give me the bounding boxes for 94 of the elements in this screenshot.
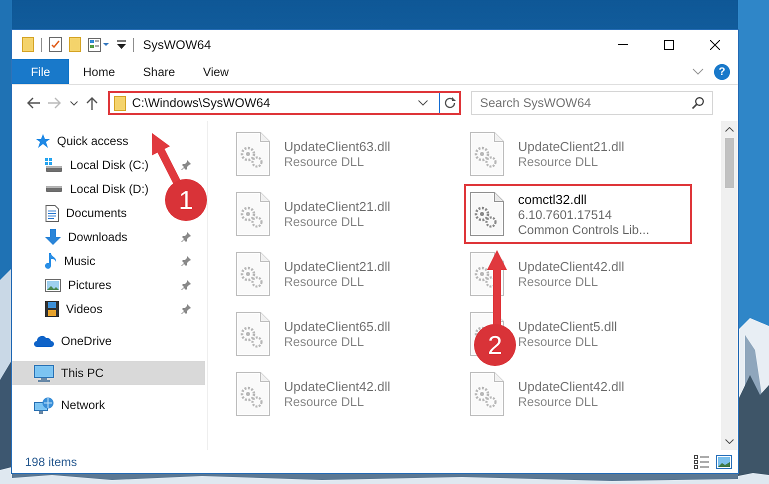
file-detail: 6.10.7601.17514: [518, 208, 613, 222]
file-detail: Resource DLL: [518, 155, 599, 169]
cloud-icon: [34, 335, 54, 347]
back-arrow-icon: [26, 97, 40, 109]
help-button[interactable]: ?: [714, 64, 730, 80]
navigation-item[interactable]: Downloads: [12, 225, 205, 249]
scroll-thumb[interactable]: [725, 138, 734, 188]
chevron-down-icon: [418, 100, 428, 106]
file-detail: Resource DLL: [284, 275, 365, 289]
item-count: 198 items: [25, 454, 78, 468]
file-name: UpdateClient42.dll: [518, 379, 624, 394]
gear-file-icon: [236, 252, 270, 296]
file-name: UpdateClient21.dll: [284, 259, 390, 274]
file-detail: Resource DLL: [284, 335, 365, 349]
file-detail: Resource DLL: [284, 215, 365, 229]
chevron-down-icon: [70, 100, 78, 106]
drive-icon: [45, 186, 63, 192]
file-detail: Resource DLL: [284, 395, 365, 409]
picture-icon: [716, 454, 732, 468]
address-field[interactable]: C:\Windows\SysWOW64: [108, 91, 461, 115]
gear-file-icon: [236, 372, 270, 416]
customize-icon: [117, 40, 126, 50]
navigation-item[interactable]: This PC: [12, 361, 205, 385]
drive-icon: [45, 158, 63, 172]
ribbon-tab[interactable]: Home: [69, 59, 130, 84]
pin-icon: [181, 280, 191, 290]
step-marker: 2: [474, 324, 516, 366]
navigation-item[interactable]: Music: [12, 249, 205, 273]
ribbon-tab[interactable]: Share: [129, 59, 190, 84]
ribbon-tab[interactable]: View: [189, 59, 243, 84]
expand-chevron-icon: [692, 68, 704, 75]
ribbon-tab[interactable]: File: [12, 59, 69, 84]
search-field[interactable]: Search SysWOW64: [471, 91, 713, 115]
gear-file-icon: [470, 192, 504, 236]
pin-icon: [181, 304, 191, 314]
navigation-item[interactable]: Videos: [12, 297, 205, 321]
gear-file-icon: [236, 192, 270, 236]
film-icon: [45, 301, 59, 317]
file-detail: Resource DLL: [284, 155, 365, 169]
file-detail: Resource DLL: [518, 395, 599, 409]
file-item[interactable]: comctl32.dll 6.10.7601.17514 Common Controls Lib...: [464, 184, 692, 244]
pin-icon: [181, 256, 191, 266]
monitor-icon: [34, 364, 54, 382]
file-detail: Resource DLL: [518, 275, 599, 289]
folder-icon: [69, 37, 81, 52]
folder-icon: [114, 96, 126, 110]
navigation-item[interactable]: OneDrive: [12, 329, 205, 353]
navigation-item[interactable]: Network: [12, 393, 205, 417]
gear-file-icon: [470, 132, 504, 176]
file-name: UpdateClient65.dll: [284, 319, 390, 334]
up-arrow-icon: [86, 96, 98, 110]
download-arrow-icon: [45, 229, 61, 245]
file-name: UpdateClient21.dll: [518, 139, 624, 154]
search-icon: [692, 97, 704, 109]
star-icon: [34, 133, 50, 149]
refresh-icon: [444, 97, 456, 109]
music-note-icon: [45, 253, 57, 269]
navigation-item[interactable]: Quick access: [12, 129, 205, 153]
navigation-item[interactable]: Local Disk (D:): [12, 177, 157, 201]
checklist-icon: [49, 37, 62, 52]
network-icon: [34, 396, 54, 414]
file-name: UpdateClient63.dll: [284, 139, 390, 154]
close-icon: [710, 40, 720, 50]
large-icons-view-button[interactable]: [716, 454, 732, 468]
chevron-down-icon: [725, 439, 734, 444]
pin-icon: [181, 232, 191, 242]
file-detail: Common Controls Lib...: [518, 222, 650, 236]
chevron-up-icon: [725, 127, 734, 132]
properties-icon: [88, 38, 110, 52]
file-name: UpdateClient5.dll: [518, 319, 618, 334]
forward-arrow-icon: [48, 97, 62, 109]
address-path: C:\Windows\SysWOW64: [132, 96, 272, 110]
picture-icon: [45, 278, 61, 292]
scrollbar[interactable]: [721, 121, 738, 450]
window-title: SysWOW64: [143, 38, 212, 52]
refresh-button[interactable]: [439, 93, 459, 113]
gear-file-icon: [470, 372, 504, 416]
details-list-icon: [694, 454, 710, 468]
file-name: comctl32.dll: [518, 192, 588, 206]
navigation-item[interactable]: Pictures: [12, 273, 205, 297]
minimize-icon: [618, 44, 628, 45]
step-marker: 1: [165, 179, 207, 221]
maximize-icon: [664, 40, 674, 50]
folder-icon: [22, 37, 34, 52]
gear-file-icon: [236, 312, 270, 356]
document-icon: [45, 204, 59, 222]
file-detail: Resource DLL: [518, 335, 599, 349]
file-name: UpdateClient42.dll: [518, 259, 624, 274]
details-view-button[interactable]: [694, 454, 710, 468]
pin-icon: [181, 160, 191, 170]
navigation-item[interactable]: Documents: [12, 201, 135, 225]
file-name: UpdateClient21.dll: [284, 199, 390, 214]
file-name: UpdateClient42.dll: [284, 379, 390, 394]
gear-file-icon: [236, 132, 270, 176]
